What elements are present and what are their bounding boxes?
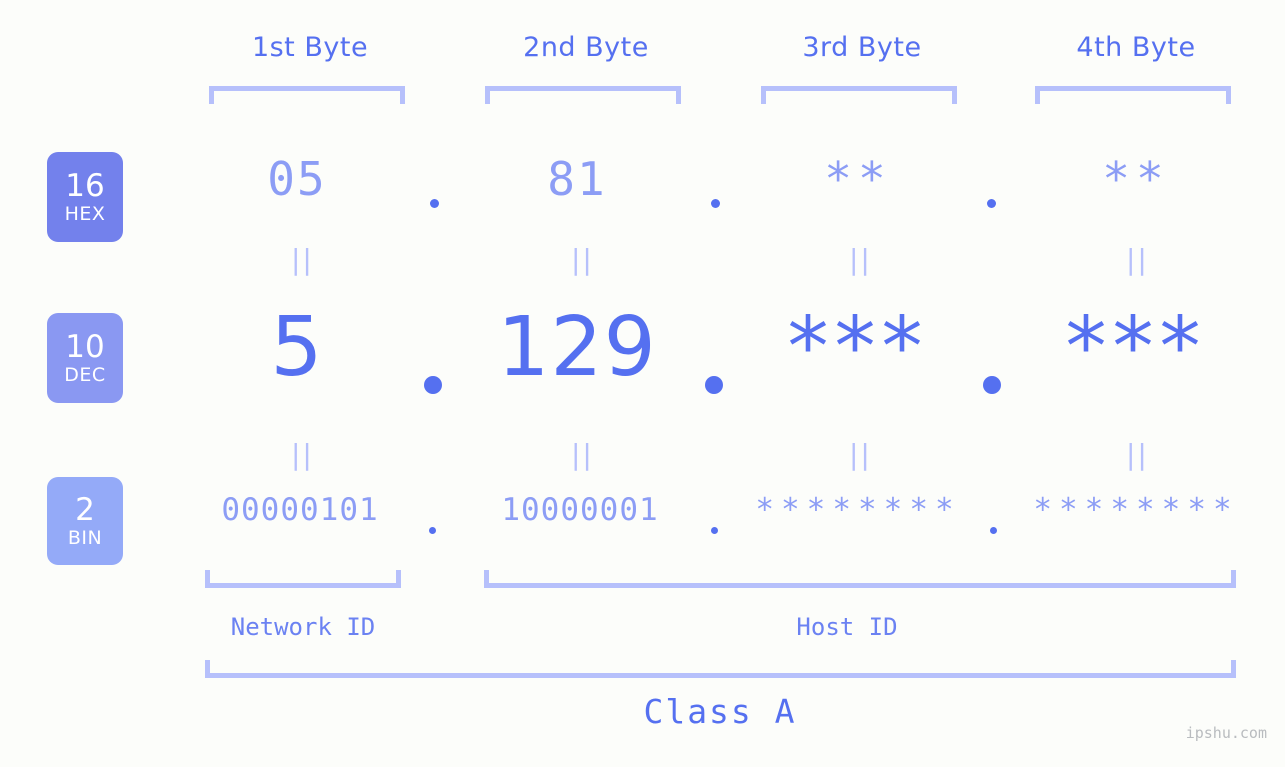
bin-byte-2: 10000001 xyxy=(501,492,659,528)
bin-dot-separator-3 xyxy=(990,527,997,534)
equals-marker-hex-dec-2: || xyxy=(571,243,594,276)
hex-dot-separator-2 xyxy=(711,199,720,208)
dec-dot-separator-1 xyxy=(424,376,442,394)
section-label-host-id: Host ID xyxy=(796,613,898,641)
dec-byte-4: *** xyxy=(1065,300,1207,395)
byte-label-3: 3rd Byte xyxy=(802,32,922,63)
base-badge-dec-name: DEC xyxy=(64,363,106,386)
hex-byte-4: ** xyxy=(1102,152,1170,206)
byte-label-1: 1st Byte xyxy=(251,32,369,63)
dec-dot-separator-2 xyxy=(705,376,723,394)
watermark: ipshu.com xyxy=(1185,724,1267,742)
base-badge-bin-name: BIN xyxy=(67,526,103,549)
dec-dot-separator-3 xyxy=(983,376,1001,394)
hex-dot-separator-1 xyxy=(430,199,439,208)
bin-byte-3: ******** xyxy=(755,492,961,528)
equals-marker-hex-dec-1: || xyxy=(291,243,314,276)
network-id-bracket xyxy=(205,570,401,588)
dec-byte-1: 5 xyxy=(270,300,324,395)
base-badge-dec-number: 10 xyxy=(65,328,105,365)
equals-marker-hex-dec-3: || xyxy=(849,243,872,276)
hex-dot-separator-3 xyxy=(987,199,996,208)
hex-byte-1: 05 xyxy=(267,152,327,206)
equals-marker-dec-bin-2: || xyxy=(571,438,594,471)
byte-bracket-top-3 xyxy=(761,86,957,104)
byte-label-2: 2nd Byte xyxy=(523,32,649,63)
byte-bracket-top-2 xyxy=(485,86,681,104)
base-badge-hex[interactable]: 16 HEX xyxy=(47,152,123,242)
base-badge-hex-name: HEX xyxy=(64,202,106,225)
dec-byte-3: *** xyxy=(787,300,929,395)
hex-byte-2: 81 xyxy=(547,152,607,206)
equals-marker-hex-dec-4: || xyxy=(1126,243,1149,276)
bin-byte-1: 00000101 xyxy=(221,492,379,528)
base-badge-bin[interactable]: 2 BIN xyxy=(47,477,123,565)
byte-label-4: 4th Byte xyxy=(1076,32,1196,63)
byte-bracket-top-4 xyxy=(1035,86,1231,104)
section-label-network-id: Network ID xyxy=(230,613,376,641)
class-bracket xyxy=(205,660,1236,678)
equals-marker-dec-bin-4: || xyxy=(1126,438,1149,471)
base-badge-dec[interactable]: 10 DEC xyxy=(47,313,123,403)
base-badge-hex-number: 16 xyxy=(65,167,105,204)
host-id-bracket xyxy=(484,570,1236,588)
bin-dot-separator-1 xyxy=(429,527,436,534)
bin-dot-separator-2 xyxy=(711,527,718,534)
class-label: Class A xyxy=(643,692,797,731)
equals-marker-dec-bin-3: || xyxy=(849,438,872,471)
hex-byte-3: ** xyxy=(824,152,892,206)
base-badge-bin-number: 2 xyxy=(75,491,95,528)
byte-bracket-top-1 xyxy=(209,86,405,104)
dec-byte-2: 129 xyxy=(497,300,657,395)
equals-marker-dec-bin-1: || xyxy=(291,438,314,471)
ip-address-breakdown-diagram: 1st Byte 2nd Byte 3rd Byte 4th Byte 16 H… xyxy=(0,0,1285,767)
bin-byte-4: ******** xyxy=(1033,492,1239,528)
